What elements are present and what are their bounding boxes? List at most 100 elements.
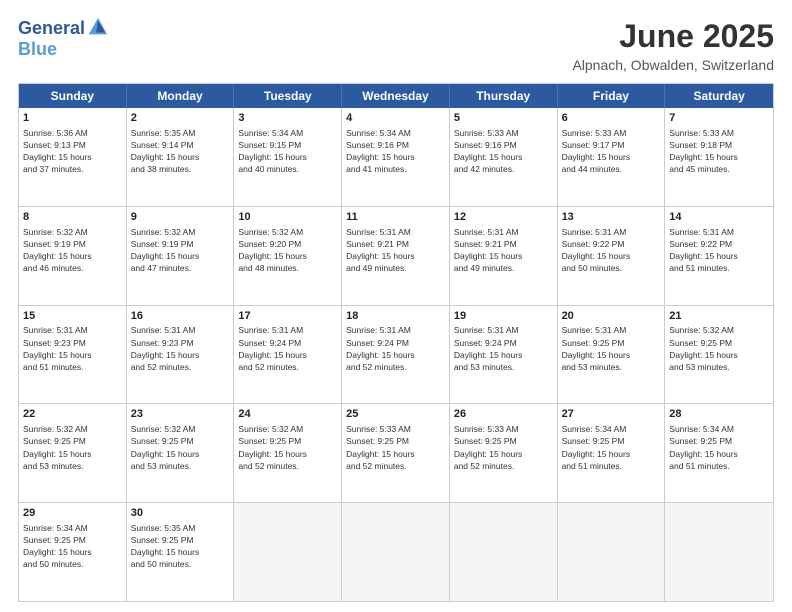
day-num-13: 13 <box>562 210 661 225</box>
cell-info-26: Sunrise: 5:33 AM Sunset: 9:25 PM Dayligh… <box>454 424 523 470</box>
header: General Blue June 2025 Alpnach, Obwalden… <box>18 18 774 73</box>
logo-general-text: General <box>18 18 85 39</box>
day-num-14: 14 <box>669 210 769 225</box>
cell-w1-d5: 5Sunrise: 5:33 AM Sunset: 9:16 PM Daylig… <box>450 108 558 206</box>
header-friday: Friday <box>558 84 666 108</box>
cell-w4-d1: 22Sunrise: 5:32 AM Sunset: 9:25 PM Dayli… <box>19 404 127 502</box>
cell-w1-d2: 2 Sunrise: 5:35 AM Sunset: 9:14 PM Daylig… <box>127 108 235 206</box>
location: Alpnach, Obwalden, Switzerland <box>572 57 774 73</box>
cell-w5-d2: 30 Sunrise: 5:35 AM Sunset: 9:25 PM Dayli… <box>127 503 235 601</box>
cell-w4-d6: 27Sunrise: 5:34 AM Sunset: 9:25 PM Dayli… <box>558 404 666 502</box>
logo-blue-row: Blue <box>18 39 57 60</box>
cell-w1-d7: 7Sunrise: 5:33 AM Sunset: 9:18 PM Daylig… <box>665 108 773 206</box>
cell-w4-d2: 23 Sunrise: 5:32 AM Sunset: 9:25 PM Dayli… <box>127 404 235 502</box>
day-num-21: 21 <box>669 309 769 324</box>
day-num-29: 29 <box>23 506 122 521</box>
week-row-4: 22Sunrise: 5:32 AM Sunset: 9:25 PM Dayli… <box>19 403 773 502</box>
header-tuesday: Tuesday <box>234 84 342 108</box>
cell-w5-d1: 29 Sunrise: 5:34 AM Sunset: 9:25 PM Dayli… <box>19 503 127 601</box>
cell-info-21: Sunrise: 5:32 AM Sunset: 9:25 PM Dayligh… <box>669 325 738 371</box>
cell-w3-d3: 17Sunrise: 5:31 AM Sunset: 9:24 PM Dayli… <box>234 306 342 404</box>
day-num-18: 18 <box>346 309 445 324</box>
cell-info-7: Sunrise: 5:33 AM Sunset: 9:18 PM Dayligh… <box>669 128 738 174</box>
cell-w5-d3 <box>234 503 342 601</box>
cell-w2-d2: 9 Sunrise: 5:32 AM Sunset: 9:19 PM Daylig… <box>127 207 235 305</box>
calendar-header: Sunday Monday Tuesday Wednesday Thursday… <box>19 84 773 108</box>
day-num-9: 9 <box>131 210 230 225</box>
cell-info-19: Sunrise: 5:31 AM Sunset: 9:24 PM Dayligh… <box>454 325 523 371</box>
cell-w3-d5: 19Sunrise: 5:31 AM Sunset: 9:24 PM Dayli… <box>450 306 558 404</box>
logo-icon <box>87 16 109 38</box>
week-row-2: 8Sunrise: 5:32 AM Sunset: 9:19 PM Daylig… <box>19 206 773 305</box>
cell-w2-d1: 8Sunrise: 5:32 AM Sunset: 9:19 PM Daylig… <box>19 207 127 305</box>
day-num-5: 5 <box>454 111 553 126</box>
cell-w1-d6: 6 Sunrise: 5:33 AM Sunset: 9:17 PM Daylig… <box>558 108 666 206</box>
cell-w2-d4: 11Sunrise: 5:31 AM Sunset: 9:21 PM Dayli… <box>342 207 450 305</box>
month-title: June 2025 <box>572 18 774 55</box>
day-num-1: 1 <box>23 111 122 126</box>
title-block: June 2025 Alpnach, Obwalden, Switzerland <box>572 18 774 73</box>
cell-info-4: Sunrise: 5:34 AM Sunset: 9:16 PM Dayligh… <box>346 128 415 174</box>
cell-info-17: Sunrise: 5:31 AM Sunset: 9:24 PM Dayligh… <box>238 325 307 371</box>
cell-info-2: Sunrise: 5:35 AM Sunset: 9:14 PM Dayligh… <box>131 128 200 174</box>
day-num-2: 2 <box>131 111 230 126</box>
cell-w4-d7: 28Sunrise: 5:34 AM Sunset: 9:25 PM Dayli… <box>665 404 773 502</box>
cell-info-15: Sunrise: 5:31 AM Sunset: 9:23 PM Dayligh… <box>23 325 92 371</box>
day-num-30: 30 <box>131 506 230 521</box>
cell-info-27: Sunrise: 5:34 AM Sunset: 9:25 PM Dayligh… <box>562 424 631 470</box>
cell-info-25: Sunrise: 5:33 AM Sunset: 9:25 PM Dayligh… <box>346 424 415 470</box>
logo-row: General <box>18 18 109 39</box>
cell-w5-d7 <box>665 503 773 601</box>
page: General Blue June 2025 Alpnach, Obwalden… <box>0 0 792 612</box>
cell-info-8: Sunrise: 5:32 AM Sunset: 9:19 PM Dayligh… <box>23 227 92 273</box>
cell-info-6: Sunrise: 5:33 AM Sunset: 9:17 PM Dayligh… <box>562 128 631 174</box>
cell-info-16: Sunrise: 5:31 AM Sunset: 9:23 PM Dayligh… <box>131 325 200 371</box>
cell-info-23: Sunrise: 5:32 AM Sunset: 9:25 PM Dayligh… <box>131 424 200 470</box>
day-num-6: 6 <box>562 111 661 126</box>
cell-w4-d3: 24 Sunrise: 5:32 AM Sunset: 9:25 PM Dayli… <box>234 404 342 502</box>
calendar-body: 1 Sunrise: 5:36 AM Sunset: 9:13 PM Daylig… <box>19 108 773 601</box>
cell-info-12: Sunrise: 5:31 AM Sunset: 9:21 PM Dayligh… <box>454 227 523 273</box>
week-row-1: 1 Sunrise: 5:36 AM Sunset: 9:13 PM Daylig… <box>19 108 773 206</box>
cell-info-24: Sunrise: 5:32 AM Sunset: 9:25 PM Dayligh… <box>238 424 307 470</box>
day-num-4: 4 <box>346 111 445 126</box>
day-num-28: 28 <box>669 407 769 422</box>
cell-info-13: Sunrise: 5:31 AM Sunset: 9:22 PM Dayligh… <box>562 227 631 273</box>
logo: General Blue <box>18 18 109 60</box>
day-num-15: 15 <box>23 309 122 324</box>
cell-w2-d7: 14 Sunrise: 5:31 AM Sunset: 9:22 PM Dayli… <box>665 207 773 305</box>
cell-info-1: Sunrise: 5:36 AM Sunset: 9:13 PM Dayligh… <box>23 128 92 174</box>
cell-w3-d4: 18Sunrise: 5:31 AM Sunset: 9:24 PM Dayli… <box>342 306 450 404</box>
cell-w1-d3: 3Sunrise: 5:34 AM Sunset: 9:15 PM Daylig… <box>234 108 342 206</box>
week-row-5: 29 Sunrise: 5:34 AM Sunset: 9:25 PM Dayli… <box>19 502 773 601</box>
logo-blue-text: Blue <box>18 39 57 60</box>
header-monday: Monday <box>127 84 235 108</box>
cell-w4-d5: 26Sunrise: 5:33 AM Sunset: 9:25 PM Dayli… <box>450 404 558 502</box>
cell-w3-d2: 16Sunrise: 5:31 AM Sunset: 9:23 PM Dayli… <box>127 306 235 404</box>
header-thursday: Thursday <box>450 84 558 108</box>
cell-info-18: Sunrise: 5:31 AM Sunset: 9:24 PM Dayligh… <box>346 325 415 371</box>
day-num-24: 24 <box>238 407 337 422</box>
cell-info-9: Sunrise: 5:32 AM Sunset: 9:19 PM Dayligh… <box>131 227 200 273</box>
cell-w3-d7: 21Sunrise: 5:32 AM Sunset: 9:25 PM Dayli… <box>665 306 773 404</box>
day-num-19: 19 <box>454 309 553 324</box>
day-num-23: 23 <box>131 407 230 422</box>
day-num-20: 20 <box>562 309 661 324</box>
cell-info-11: Sunrise: 5:31 AM Sunset: 9:21 PM Dayligh… <box>346 227 415 273</box>
cell-w1-d1: 1 Sunrise: 5:36 AM Sunset: 9:13 PM Daylig… <box>19 108 127 206</box>
cell-w5-d5 <box>450 503 558 601</box>
cell-info-22: Sunrise: 5:32 AM Sunset: 9:25 PM Dayligh… <box>23 424 92 470</box>
cell-w3-d1: 15Sunrise: 5:31 AM Sunset: 9:23 PM Dayli… <box>19 306 127 404</box>
day-num-17: 17 <box>238 309 337 324</box>
cell-info-30: Sunrise: 5:35 AM Sunset: 9:25 PM Dayligh… <box>131 523 200 569</box>
cell-w2-d5: 12 Sunrise: 5:31 AM Sunset: 9:21 PM Dayli… <box>450 207 558 305</box>
week-row-3: 15Sunrise: 5:31 AM Sunset: 9:23 PM Dayli… <box>19 305 773 404</box>
cell-info-29: Sunrise: 5:34 AM Sunset: 9:25 PM Dayligh… <box>23 523 92 569</box>
day-num-16: 16 <box>131 309 230 324</box>
cell-info-3: Sunrise: 5:34 AM Sunset: 9:15 PM Dayligh… <box>238 128 307 174</box>
day-num-10: 10 <box>238 210 337 225</box>
cell-w1-d4: 4 Sunrise: 5:34 AM Sunset: 9:16 PM Daylig… <box>342 108 450 206</box>
cell-info-14: Sunrise: 5:31 AM Sunset: 9:22 PM Dayligh… <box>669 227 738 273</box>
day-num-12: 12 <box>454 210 553 225</box>
cell-w4-d4: 25Sunrise: 5:33 AM Sunset: 9:25 PM Dayli… <box>342 404 450 502</box>
